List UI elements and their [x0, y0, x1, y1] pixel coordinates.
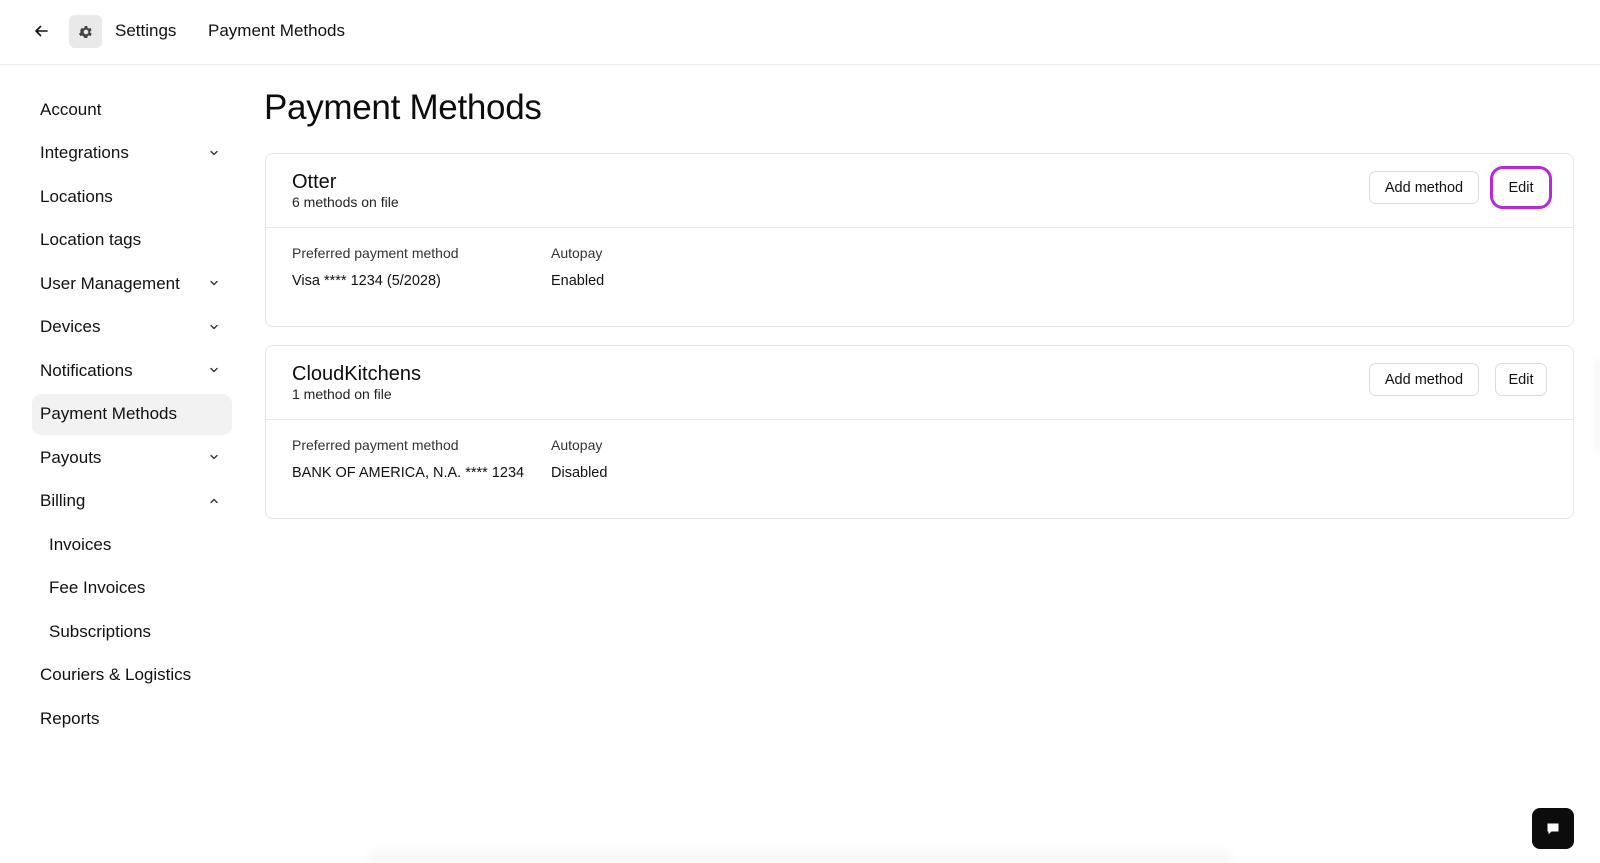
sidebar-item-label: Fee Invoices — [49, 578, 146, 597]
chevron-down-icon — [208, 364, 220, 376]
edge-shadow — [1592, 360, 1600, 450]
sidebar-item-label: Payouts — [40, 447, 102, 467]
card-body: Preferred payment method BANK OF AMERICA,… — [266, 420, 1573, 518]
page-title: Payment Methods — [264, 88, 542, 127]
sidebar-nav: Account Integrations Locations Location tag… — [32, 89, 232, 742]
back-button[interactable] — [28, 18, 54, 44]
settings-icon-button[interactable] — [69, 15, 102, 48]
add-method-button[interactable]: Add method — [1369, 171, 1479, 204]
preferred-method-label: Preferred payment method — [292, 437, 459, 453]
chevron-up-icon — [208, 495, 220, 507]
sidebar-item-couriers-logistics[interactable]: Couriers & Logistics — [32, 655, 232, 696]
sidebar-item-label: Integrations — [40, 143, 129, 162]
sidebar-item-invoices[interactable]: Invoices — [32, 524, 232, 565]
sidebar-item-label: Location tags — [40, 230, 142, 249]
sidebar-item-user-management[interactable]: User Management — [32, 263, 232, 304]
methods-count: 6 methods on file — [292, 194, 399, 210]
chat-bubble-icon — [1547, 823, 1559, 834]
add-method-button[interactable]: Add method — [1369, 363, 1479, 396]
sidebar-item-label: Billing — [40, 491, 86, 510]
card-header: Otter 6 methods on file Add method Edit — [266, 154, 1573, 228]
chevron-down-icon — [208, 321, 220, 333]
card-header: CloudKitchens 1 method on file Add method E… — [266, 346, 1573, 420]
edit-button[interactable]: Edit — [1495, 363, 1547, 396]
sidebar-item-devices[interactable]: Devices — [32, 307, 232, 348]
sidebar-item-label: Locations — [40, 186, 113, 206]
sidebar-item-label: User Management — [40, 273, 180, 293]
sidebar-item-location-tags[interactable]: Location tags — [32, 220, 232, 261]
preferred-method-label: Preferred payment method — [292, 245, 459, 261]
breadcrumb-settings[interactable]: Settings — [115, 21, 176, 41]
payment-account-card: CloudKitchens 1 method on file Add method E… — [265, 345, 1574, 519]
sidebar-item-label: Subscriptions — [49, 621, 152, 641]
sidebar-item-label: Devices — [40, 317, 101, 336]
autopay-label: Autopay — [551, 245, 603, 261]
chevron-down-icon — [208, 147, 220, 159]
chat-button[interactable] — [1532, 808, 1574, 849]
sidebar-item-label: Invoices — [49, 534, 112, 554]
top-bar: Settings Payment Methods — [0, 0, 1600, 65]
edit-button[interactable]: Edit — [1490, 166, 1552, 209]
breadcrumb-current: Payment Methods — [208, 21, 346, 40]
sidebar-item-integrations[interactable]: Integrations — [32, 133, 232, 174]
preferred-method-value: Visa **** 1234 (5/2028) — [292, 273, 441, 289]
payment-account-card: Otter 6 methods on file Add method Edit Pref… — [265, 153, 1574, 327]
arrow-left-icon — [35, 25, 48, 37]
sidebar-item-account[interactable]: Account — [32, 89, 232, 130]
sidebar-item-label: Reports — [40, 708, 100, 728]
sidebar-item-payouts[interactable]: Payouts — [32, 437, 232, 478]
sidebar-item-subscriptions[interactable]: Subscriptions — [32, 611, 232, 652]
sidebar-item-label: Account — [40, 99, 102, 119]
autopay-value: Enabled — [551, 273, 605, 289]
chevron-down-icon — [208, 451, 220, 463]
sidebar-item-label: Payment Methods — [40, 404, 178, 423]
sidebar-item-payment-methods[interactable]: Payment Methods — [32, 393, 232, 435]
sidebar-item-label: Notifications — [40, 360, 133, 380]
sidebar-item-reports[interactable]: Reports — [32, 698, 232, 739]
bottom-shadow — [370, 846, 1230, 863]
account-name: CloudKitchens — [292, 363, 421, 385]
autopay-label: Autopay — [551, 437, 603, 453]
preferred-method-value: BANK OF AMERICA, N.A. **** 1234 — [292, 465, 525, 481]
sidebar-item-label: Couriers & Logistics — [40, 665, 192, 684]
methods-count: 1 method on file — [292, 386, 392, 402]
chevron-down-icon — [208, 277, 220, 289]
sidebar-item-fee-invoices[interactable]: Fee Invoices — [32, 568, 232, 609]
gear-icon — [78, 25, 92, 38]
autopay-value: Disabled — [551, 465, 608, 481]
account-name: Otter — [292, 171, 337, 193]
sidebar-item-billing[interactable]: Billing — [32, 481, 232, 522]
card-body: Preferred payment method Visa **** 1234 (… — [266, 228, 1573, 326]
sidebar-item-locations[interactable]: Locations — [32, 176, 232, 217]
sidebar-item-notifications[interactable]: Notifications — [32, 350, 232, 391]
